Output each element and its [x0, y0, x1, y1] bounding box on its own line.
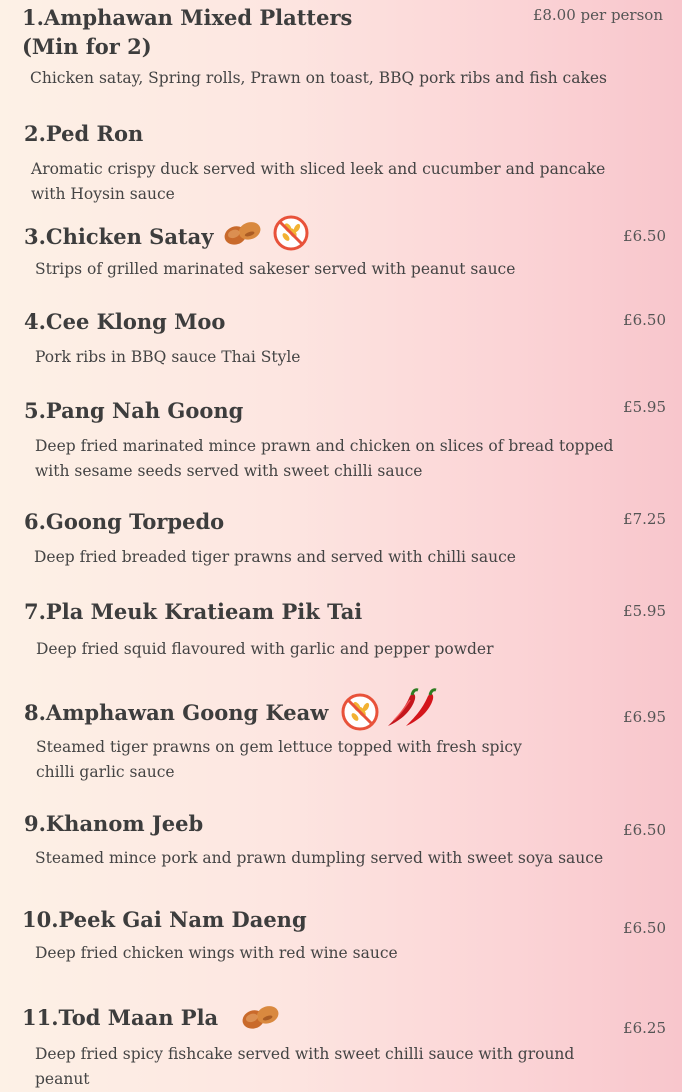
menu-item-name: 6.Goong Torpedo: [24, 509, 225, 534]
chilli-icon: [388, 688, 437, 726]
menu-item-price: £6.25: [623, 1019, 666, 1037]
menu-item-name: 10.Peek Gai Nam Daeng: [22, 907, 307, 932]
menu-item-description: Steamed tiger prawns on gem lettuce topp…: [36, 738, 522, 781]
menu-item-description: Aromatic crispy duck served with sliced …: [31, 160, 606, 203]
menu-item-name: 7.Pla Meuk Kratieam Pik Tai: [24, 599, 363, 624]
menu-item-description: Strips of grilled marinated sakeser serv…: [35, 260, 516, 278]
menu-item-description: Deep fried breaded tiger prawns and serv…: [34, 548, 516, 566]
menu-item-price: £8.00 per person: [532, 6, 663, 24]
menu-item-name: 3.Chicken Satay: [24, 224, 214, 249]
peanut-icon: [224, 222, 261, 245]
menu-item-description: Deep fried chicken wings with red wine s…: [35, 944, 398, 962]
menu-item-subname: (Min for 2): [22, 34, 152, 59]
menu-item-name: 5.Pang Nah Goong: [24, 398, 244, 423]
peanut-icon: [242, 1006, 279, 1029]
menu-item-description: Chicken satay, Spring rolls, Prawn on to…: [30, 69, 607, 87]
menu-item-price: £6.50: [623, 311, 666, 329]
gluten-free-icon: [341, 693, 379, 731]
menu-item-price: £6.50: [623, 821, 666, 839]
menu-item-name: 1.Amphawan Mixed Platters: [22, 5, 353, 30]
menu-item-name: 2.Ped Ron: [24, 121, 144, 146]
menu-item-name: 8.Amphawan Goong Keaw: [24, 700, 329, 725]
menu-item-price: £6.50: [623, 919, 666, 937]
menu-item-description: Deep fried marinated mince prawn and chi…: [35, 437, 614, 480]
menu-item-description: Steamed mince pork and prawn dumpling se…: [35, 849, 604, 867]
menu-item-description: Deep fried squid flavoured with garlic a…: [36, 640, 494, 658]
menu-item-description: Pork ribs in BBQ sauce Thai Style: [35, 348, 301, 366]
menu-item-name: 4.Cee Klong Moo: [24, 309, 226, 334]
menu-item-description: Deep fried spicy fishcake served with sw…: [35, 1045, 575, 1088]
menu-item-name: 9.Khanom Jeeb: [24, 811, 204, 836]
menu-item-price: £7.25: [623, 510, 666, 528]
menu-item-price: £6.95: [623, 708, 666, 726]
menu-item-price: £5.95: [623, 602, 666, 620]
menu-item-name: 11.Tod Maan Pla: [22, 1005, 219, 1030]
menu-item-price: £5.95: [623, 398, 666, 416]
gluten-free-icon: [273, 215, 309, 251]
menu-item-price: £6.50: [623, 227, 666, 245]
